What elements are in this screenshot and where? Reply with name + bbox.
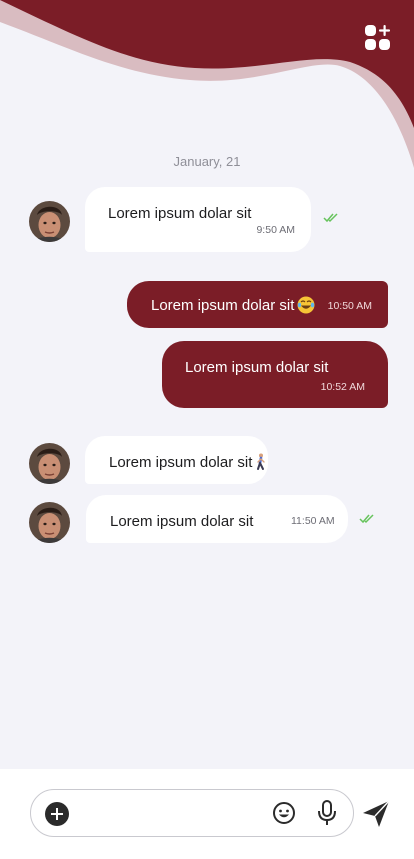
message-bubble[interactable]: Lorem ipsum dolar sit: [85, 436, 268, 484]
message-input[interactable]: [79, 798, 263, 830]
message-time: 9:50 AM: [256, 224, 295, 236]
message-text: Lorem ipsum dolar sit: [151, 296, 315, 318]
microphone-button[interactable]: [317, 800, 337, 826]
message-composer: [30, 789, 354, 837]
attach-button[interactable]: [45, 802, 69, 826]
apps-button[interactable]: [364, 24, 392, 52]
contact-avatar[interactable]: [29, 443, 70, 484]
emoji-button[interactable]: [272, 801, 296, 825]
message-bubble[interactable]: Lorem ipsum dolar sit 11:50 AM: [86, 495, 348, 543]
message-bubble[interactable]: Lorem ipsum dolar sit 10:50 AM: [127, 281, 388, 328]
composer-bar: [0, 769, 414, 859]
message-time: 11:50 AM: [291, 515, 335, 527]
send-icon: [363, 800, 390, 827]
laughing-emoji-icon: [297, 296, 315, 318]
double-check-icon: [323, 213, 338, 223]
message-text: Lorem ipsum dolar sit: [108, 205, 252, 222]
contact-avatar[interactable]: [29, 502, 70, 543]
plus-icon: [51, 808, 63, 820]
message-time: 10:52 AM: [320, 381, 365, 393]
send-button[interactable]: [362, 800, 390, 828]
message-bubble[interactable]: Lorem ipsum dolar sit 10:52 AM: [162, 341, 388, 408]
date-separator: January, 21: [173, 154, 241, 169]
emoji-icon: [273, 802, 295, 824]
message-bubble[interactable]: Lorem ipsum dolar sit 9:50 AM: [85, 187, 311, 252]
contact-avatar[interactable]: [29, 201, 70, 242]
header-wave: [0, 0, 414, 168]
message-text: Lorem ipsum dolar sit: [110, 513, 254, 530]
microphone-icon: [318, 800, 336, 825]
walking-person-emoji-icon: [255, 453, 267, 475]
apps-add-icon: [365, 25, 390, 50]
message-text: Lorem ipsum dolar sit: [109, 453, 267, 475]
double-check-icon: [359, 514, 374, 524]
message-text: Lorem ipsum dolar sit: [185, 359, 329, 376]
message-time: 10:50 AM: [327, 300, 372, 312]
